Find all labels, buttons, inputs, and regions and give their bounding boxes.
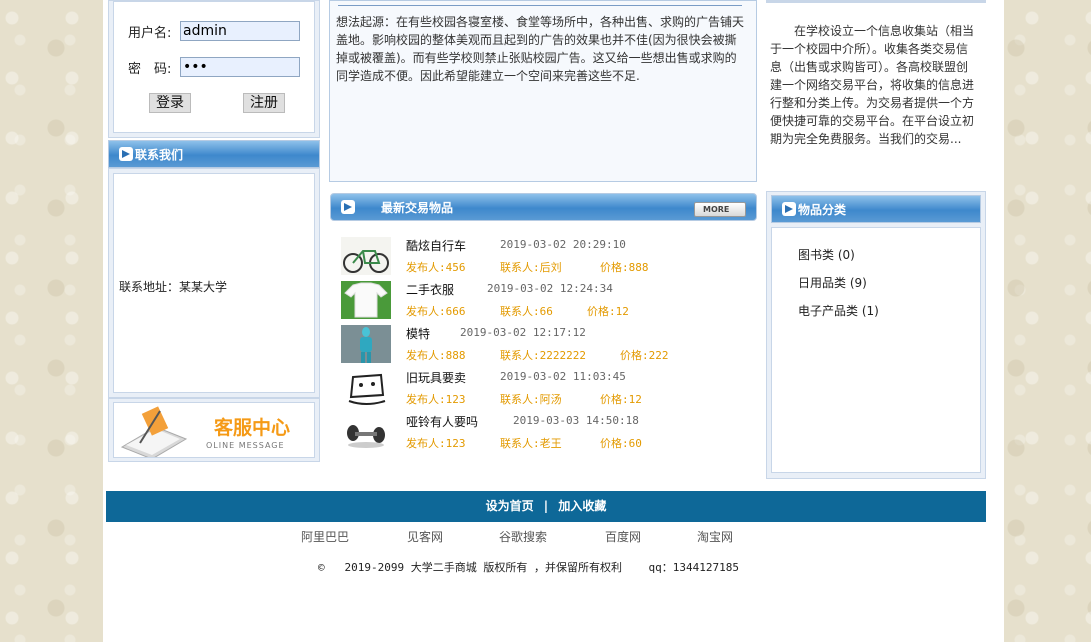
- copyright-text: 2019-2099 大学二手商城 版权所有 ，并保留所有权利: [344, 561, 622, 574]
- footer-bar: 设为首页 | 加入收藏: [106, 491, 986, 522]
- service-panel: 客服中心 OLINE MESSAGE: [108, 398, 320, 462]
- item-name[interactable]: 模特: [406, 325, 430, 342]
- category-item-books[interactable]: 图书类 (0): [798, 246, 855, 263]
- item-name[interactable]: 哑铃有人要吗: [406, 413, 478, 430]
- item-publisher: 发布人:123: [406, 393, 466, 406]
- item-name[interactable]: 二手衣服: [406, 281, 454, 298]
- item-publisher: 发布人:123: [406, 437, 466, 450]
- username-row: 用户名:: [128, 21, 300, 41]
- arrow-right-icon: [341, 200, 355, 214]
- item-publisher: 发布人:456: [406, 261, 466, 274]
- category-item-electronics[interactable]: 电子产品类 (1): [798, 302, 879, 319]
- contact-title: 联系我们: [135, 147, 184, 162]
- latest-header: 最新交易物品 MORE: [330, 193, 757, 221]
- item-contact: 联系人:2222222: [500, 349, 586, 362]
- list-item[interactable]: 二手衣服 2019-03-02 12:24:34 发布人:666 联系人:66 …: [341, 281, 761, 325]
- intro-text: 在学校设立一个信息收集站（相当于一个校园中介所）。收集各类交易信息（出售或求购皆…: [770, 24, 975, 146]
- divider: [338, 5, 742, 6]
- qq-contact: qq：1344127185: [648, 561, 739, 574]
- item-contact: 联系人:阿汤: [500, 393, 562, 406]
- password-row: 密 码:: [128, 57, 300, 77]
- item-name[interactable]: 酷炫自行车: [406, 237, 466, 254]
- item-time: 2019-03-02 11:03:45: [500, 370, 626, 383]
- item-contact: 联系人:后刘: [500, 261, 562, 274]
- tshirt-image[interactable]: [341, 281, 391, 319]
- username-label: 用户名:: [128, 25, 172, 41]
- latest-title: 最新交易物品: [381, 200, 454, 215]
- footer-link-google[interactable]: 谷歌搜索: [499, 528, 547, 545]
- category-panel: 物品分类 图书类 (0) 日用品类 (9) 电子产品类 (1): [766, 191, 986, 479]
- page: 用户名: 密 码: 登录 注册 联系我们 联系地址：某某大学: [103, 0, 1004, 642]
- contact-content: 联系地址：某某大学: [113, 173, 315, 393]
- arrow-right-icon: [119, 147, 133, 161]
- intro-panel: 在学校设立一个信息收集站（相当于一个校园中介所）。收集各类交易信息（出售或求购皆…: [766, 0, 986, 180]
- footer-link-taobao[interactable]: 淘宝网: [697, 528, 733, 545]
- category-list: 图书类 (0) 日用品类 (9) 电子产品类 (1): [771, 227, 981, 473]
- item-time: 2019-03-02 20:29:10: [500, 238, 626, 251]
- category-item-daily[interactable]: 日用品类 (9): [798, 274, 867, 291]
- origin-text: 想法起源：在有些校园各寝室楼、食堂等场所中，各种出售、求购的广告铺天盖地。影响校…: [336, 15, 745, 83]
- pen-notepad-icon: [120, 406, 188, 457]
- item-time: 2019-03-03 14:50:18: [513, 414, 639, 427]
- item-price: 价格:888: [600, 261, 649, 274]
- list-item[interactable]: 哑铃有人要吗 2019-03-03 14:50:18 发布人:123 联系人:老…: [341, 413, 761, 457]
- add-favorite-link[interactable]: 加入收藏: [558, 499, 606, 513]
- service-banner[interactable]: 客服中心 OLINE MESSAGE: [113, 402, 315, 458]
- category-title: 物品分类: [798, 202, 847, 217]
- item-price: 价格:12: [587, 305, 629, 318]
- contact-address: 联系地址：某某大学: [119, 280, 228, 294]
- register-button[interactable]: 注册: [243, 93, 285, 113]
- list-item[interactable]: 旧玩具要卖 2019-03-02 11:03:45 发布人:123 联系人:阿汤…: [341, 369, 761, 413]
- contact-panel: 联系地址：某某大学: [108, 168, 320, 398]
- bicycle-image[interactable]: [341, 237, 391, 275]
- contact-header: 联系我们: [108, 140, 320, 168]
- item-price: 价格:12: [600, 393, 642, 406]
- login-form: 用户名: 密 码: 登录 注册: [113, 1, 315, 133]
- footer-links: 阿里巴巴 见客网 谷歌搜索 百度网 淘宝网: [103, 528, 1004, 544]
- password-label: 密 码:: [128, 61, 172, 77]
- dumbbell-image[interactable]: [341, 413, 391, 451]
- list-item[interactable]: 酷炫自行车 2019-03-02 20:29:10 发布人:456 联系人:后刘…: [341, 237, 761, 281]
- service-title: 客服中心: [214, 417, 291, 439]
- login-panel: 用户名: 密 码: 登录 注册: [108, 0, 320, 138]
- divider: [766, 0, 986, 3]
- item-name[interactable]: 旧玩具要卖: [406, 369, 466, 386]
- item-contact: 联系人:66: [500, 305, 553, 318]
- set-home-link[interactable]: 设为首页: [486, 499, 534, 513]
- item-time: 2019-03-02 12:17:12: [460, 326, 586, 339]
- username-input[interactable]: [180, 21, 300, 41]
- login-button[interactable]: 登录: [149, 93, 191, 113]
- origin-panel: 想法起源：在有些校园各寝室楼、食堂等场所中，各种出售、求购的广告铺天盖地。影响校…: [329, 0, 757, 182]
- item-publisher: 发布人:888: [406, 349, 466, 362]
- footer-separator: |: [543, 499, 549, 513]
- item-contact: 联系人:老王: [500, 437, 562, 450]
- toy-image[interactable]: [341, 369, 391, 407]
- item-time: 2019-03-02 12:24:34: [487, 282, 613, 295]
- footer-link-alibaba[interactable]: 阿里巴巴: [301, 528, 349, 545]
- mannequin-image[interactable]: [341, 325, 391, 363]
- copyright-symbol: ©: [318, 561, 325, 574]
- footer-link-baidu[interactable]: 百度网: [605, 528, 641, 545]
- list-item[interactable]: 模特 2019-03-02 12:17:12 发布人:888 联系人:22222…: [341, 325, 761, 369]
- service-subtitle: OLINE MESSAGE: [206, 441, 285, 450]
- more-button[interactable]: MORE: [694, 202, 746, 217]
- password-input[interactable]: [180, 57, 300, 77]
- footer-link-jianke[interactable]: 见客网: [407, 528, 443, 545]
- item-publisher: 发布人:666: [406, 305, 466, 318]
- arrow-right-icon: [782, 202, 796, 216]
- item-price: 价格:60: [600, 437, 642, 450]
- item-price: 价格:222: [620, 349, 669, 362]
- copyright-line: © 2019-2099 大学二手商城 版权所有 ，并保留所有权利 qq：1344…: [318, 559, 739, 575]
- category-header: 物品分类: [771, 195, 981, 223]
